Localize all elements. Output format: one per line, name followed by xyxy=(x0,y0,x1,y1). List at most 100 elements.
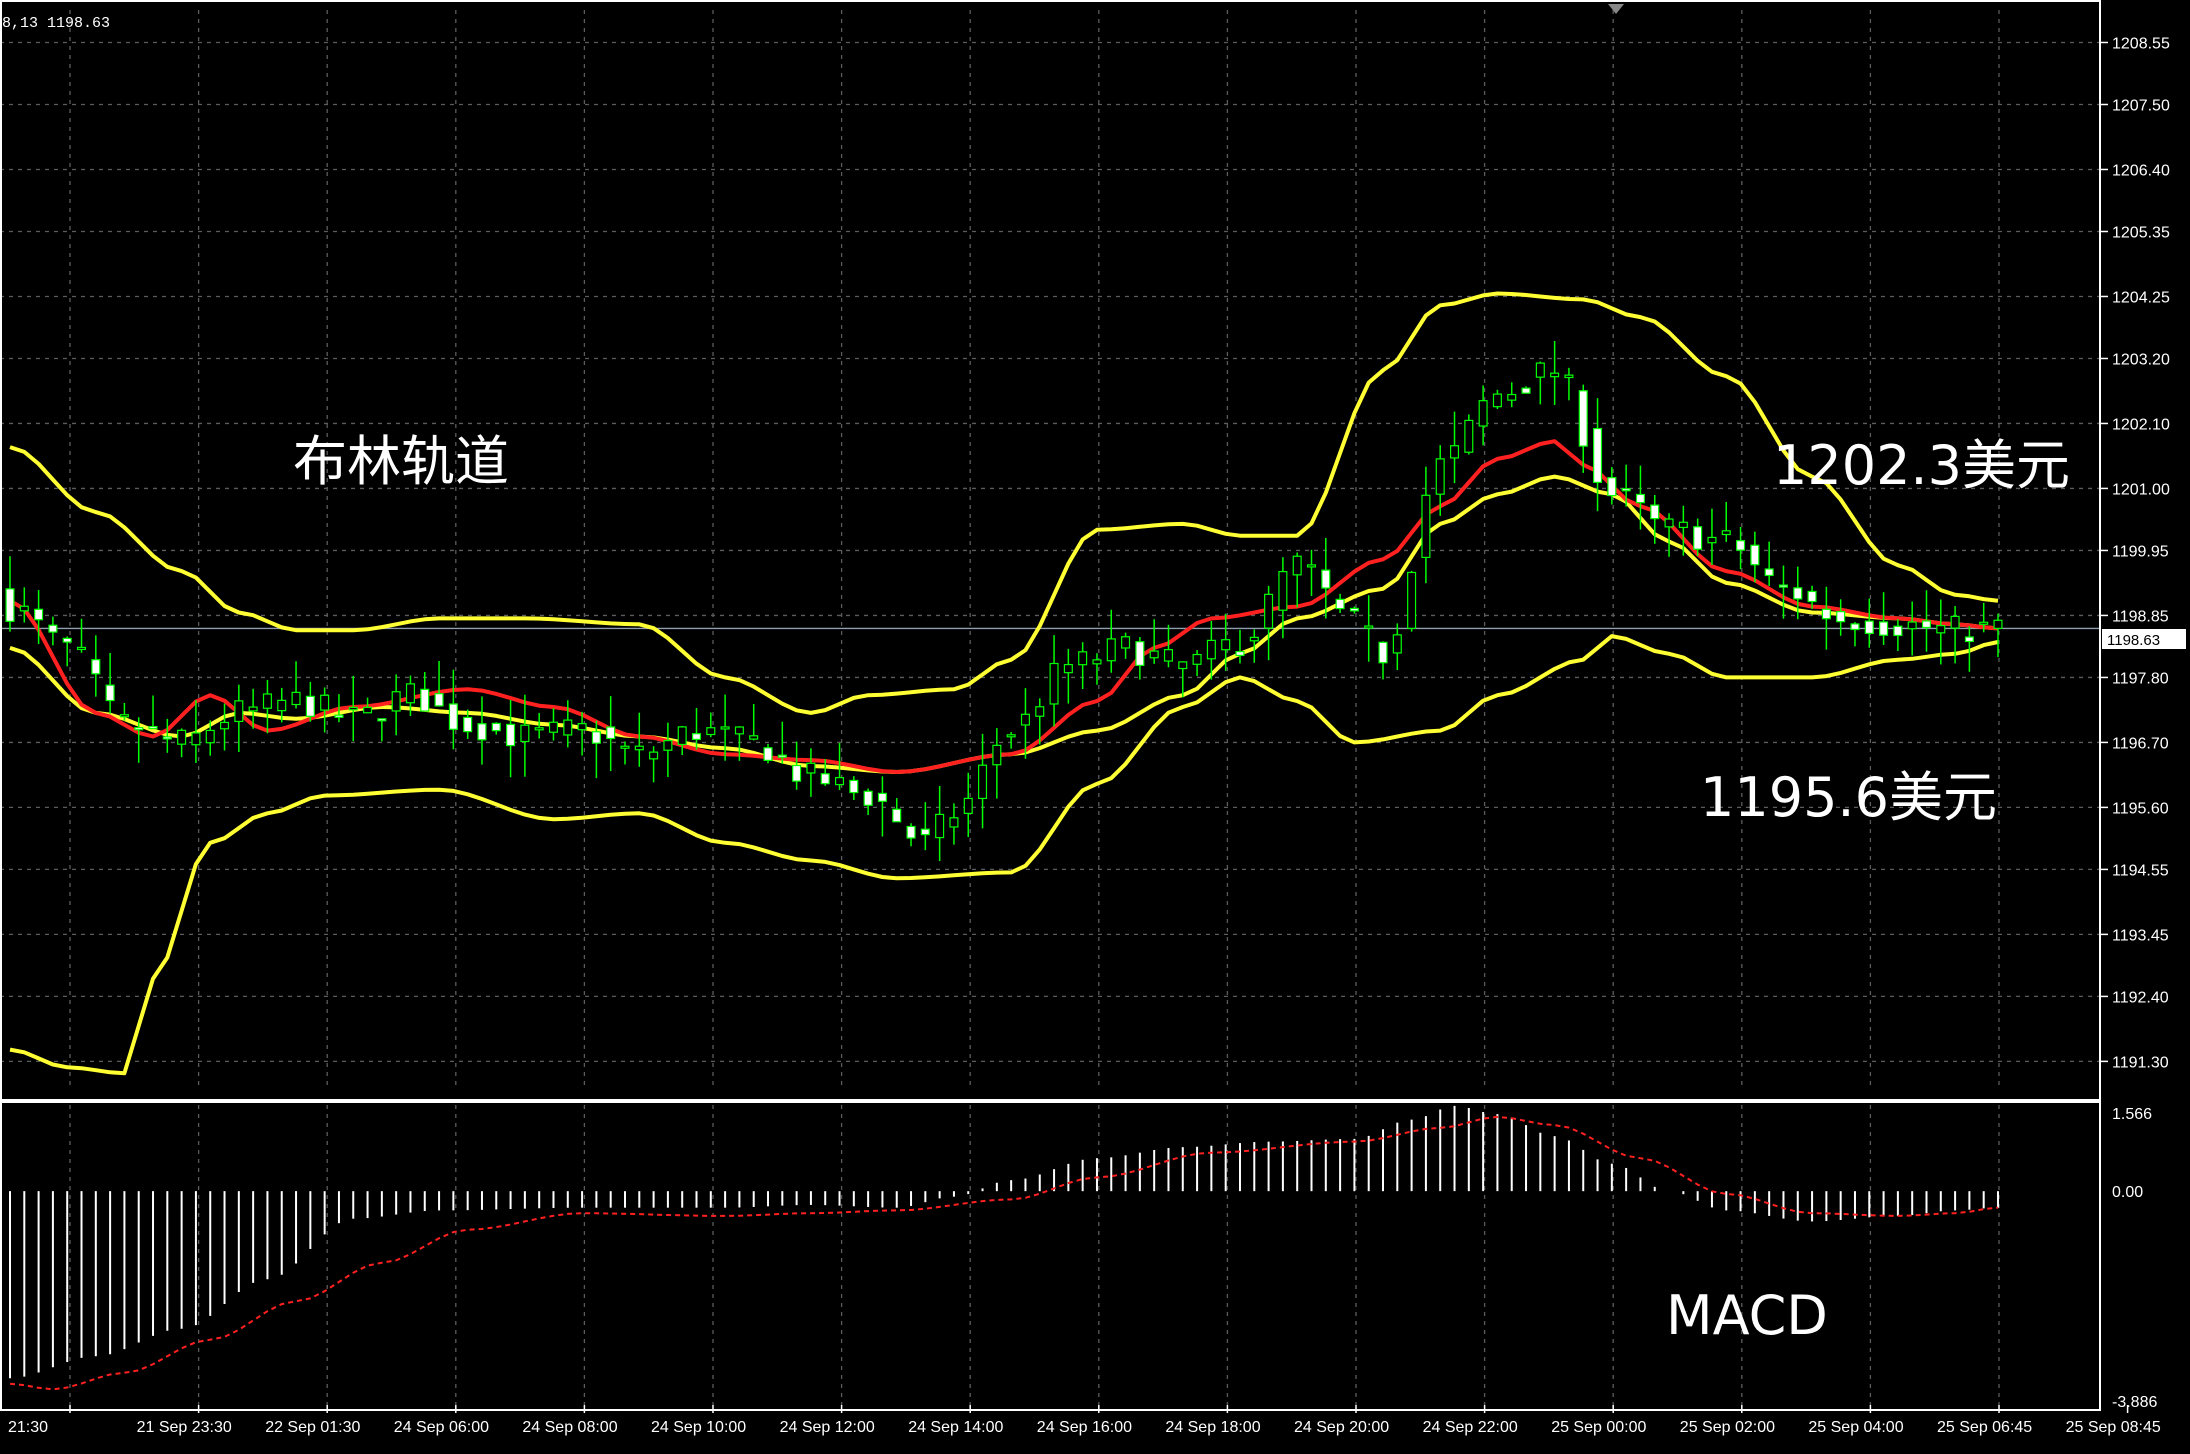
candle-body xyxy=(1449,445,1460,459)
candle-body xyxy=(1421,494,1431,559)
candle-body xyxy=(591,731,601,744)
macd-y-tick-label: 1.566 xyxy=(2112,1106,2152,1123)
candle-body xyxy=(262,693,272,709)
candle-body xyxy=(1321,569,1331,589)
candle-body xyxy=(1707,536,1717,544)
candle-body xyxy=(1893,625,1903,637)
candle-body xyxy=(777,754,787,758)
x-tick-label: 24 Sep 10:00 xyxy=(651,1419,746,1436)
candle-body xyxy=(291,691,301,706)
candle-body xyxy=(1621,488,1631,492)
y-tick-label: 1197.80 xyxy=(2112,670,2169,687)
candle-body xyxy=(1879,621,1889,636)
candle-body xyxy=(1850,623,1860,631)
candle-body xyxy=(1593,427,1603,483)
candle-body xyxy=(1092,659,1102,665)
candle-body xyxy=(363,706,373,714)
candle-body xyxy=(1979,621,1989,625)
candle-body xyxy=(1035,706,1045,717)
y-tick-label: 1198.85 xyxy=(2112,608,2169,625)
candle-body xyxy=(1435,458,1445,495)
x-tick-label: 24 Sep 18:00 xyxy=(1165,1419,1260,1436)
y-tick-label: 1203.20 xyxy=(2112,351,2170,368)
candle-body xyxy=(1278,570,1288,611)
candle-body xyxy=(1750,544,1760,566)
y-tick-label: 1207.50 xyxy=(2112,98,2170,115)
x-tick-label: 25 Sep 06:45 xyxy=(1937,1419,2032,1436)
candle-body xyxy=(1807,590,1817,603)
candle-body xyxy=(34,608,44,621)
candle-body xyxy=(992,744,1002,766)
candle-body xyxy=(1264,593,1274,629)
macd-y-tick-label: 0.00 xyxy=(2112,1184,2143,1201)
candle-body xyxy=(420,688,430,712)
candle-body xyxy=(820,773,830,785)
candle-body xyxy=(1478,400,1488,427)
candle-body xyxy=(1049,662,1059,705)
macd-y-tick-label: -3.886 xyxy=(2112,1394,2157,1411)
candle-body xyxy=(391,691,401,712)
price-chart[interactable]: 1208.55 1207.50 1206.40 1205.35 1204.25 1203.… xyxy=(0,0,2190,1454)
candle-body xyxy=(1907,621,1917,630)
candle-body xyxy=(720,726,730,730)
lower-band-annotation: 1195.6美元 xyxy=(1700,766,1997,829)
candle-body xyxy=(1464,419,1474,453)
candle-body xyxy=(506,723,516,747)
y-tick-label: 1201.00 xyxy=(2112,481,2170,498)
candle-body xyxy=(548,721,559,733)
candle-body xyxy=(1221,639,1231,651)
candle-body xyxy=(1578,390,1588,447)
candle-body xyxy=(1106,638,1116,662)
candle-body xyxy=(1163,649,1174,662)
candle-body xyxy=(19,605,29,612)
candle-body xyxy=(463,716,473,733)
candle-body xyxy=(1078,651,1088,666)
candle-body xyxy=(320,694,330,711)
candle-body xyxy=(177,729,187,745)
candle-body xyxy=(348,706,358,711)
current-price-label: 1198.63 xyxy=(2107,632,2160,649)
candle-body xyxy=(677,726,687,746)
candle-body xyxy=(1693,526,1703,550)
y-tick-label: 1194.55 xyxy=(2112,862,2169,879)
candle-body xyxy=(1664,518,1674,528)
candle-body xyxy=(1063,663,1073,674)
candle-body xyxy=(863,790,873,806)
candle-body xyxy=(1249,636,1259,642)
candle-body xyxy=(1121,636,1131,649)
candle-body xyxy=(1936,625,1946,634)
macd-label: MACD xyxy=(1666,1284,1828,1347)
candle-body xyxy=(1650,504,1660,520)
candle-body xyxy=(1964,636,1974,643)
candle-body xyxy=(477,723,487,741)
x-tick-label: 24 Sep 06:00 xyxy=(394,1419,489,1436)
x-tick-label: 25 Sep 04:00 xyxy=(1808,1419,1903,1436)
candle-body xyxy=(978,764,988,800)
candle-body xyxy=(892,808,902,823)
candle-body xyxy=(134,727,144,731)
candle-body xyxy=(1206,639,1216,660)
candle-body xyxy=(906,825,916,839)
y-tick-label: 1199.95 xyxy=(2112,543,2169,560)
candle-body xyxy=(1364,625,1374,629)
candle-body xyxy=(1335,598,1345,610)
candle-body xyxy=(1149,650,1159,659)
candle-body xyxy=(1349,607,1359,612)
candle-body xyxy=(76,646,87,651)
candle-body xyxy=(1507,393,1517,401)
candle-body xyxy=(1235,650,1245,657)
candle-body xyxy=(1006,734,1016,738)
candle-body xyxy=(834,777,845,786)
x-tick-label: 24 Sep 16:00 xyxy=(1037,1419,1132,1436)
candle-body xyxy=(1607,477,1617,497)
candle-body xyxy=(5,588,15,622)
candle-body xyxy=(105,684,115,702)
header-readout: 8,13 1198.63 xyxy=(2,15,110,32)
candle-body xyxy=(1864,620,1874,634)
candle-body xyxy=(1778,584,1789,588)
candle-body xyxy=(48,624,58,633)
candle-body xyxy=(1564,374,1574,379)
candle-body xyxy=(162,736,172,740)
candle xyxy=(1407,570,1417,632)
candle-body xyxy=(119,714,129,718)
